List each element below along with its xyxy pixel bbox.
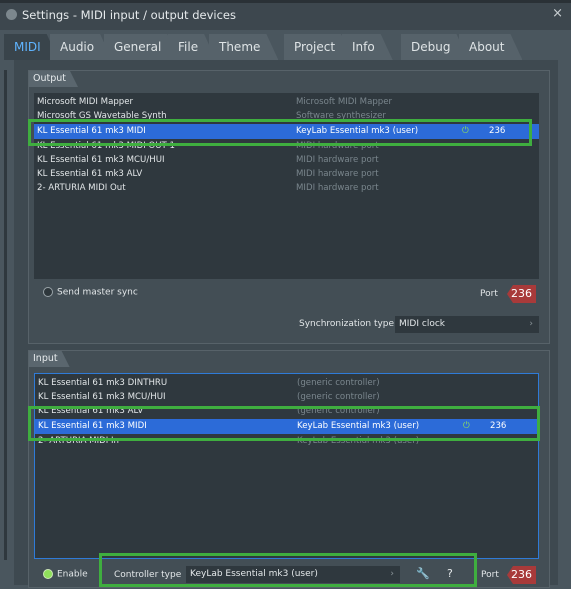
device-type: MIDI hardware port — [296, 169, 379, 179]
top-strip — [0, 0, 571, 3]
device-type: MIDI hardware port — [296, 155, 379, 165]
tab-audio[interactable]: Audio — [50, 34, 112, 60]
device-type: (generic controller) — [297, 392, 380, 402]
list-item[interactable]: 2- ARTURIA MIDI Out MIDI hardware port — [34, 181, 539, 196]
sync-type-value: MIDI clock — [399, 319, 445, 329]
input-port-stepper[interactable]: 236 — [507, 566, 536, 584]
enable-option[interactable]: Enable — [43, 569, 88, 580]
input-device-list: KL Essential 61 mk3 DINTHRU (generic con… — [34, 373, 539, 559]
list-item[interactable]: KL Essential 61 mk3 DINTHRU (generic con… — [35, 376, 538, 391]
close-icon[interactable]: × — [552, 6, 563, 21]
send-master-sync-label: Send master sync — [57, 287, 138, 298]
device-name: 2- ARTURIA MIDI Out — [37, 183, 126, 193]
settings-window: Settings - MIDI input / output devices ×… — [0, 0, 571, 589]
device-name: KL Essential 61 mk3 MCU/HUI — [38, 392, 166, 402]
tab-debug[interactable]: Debug — [401, 34, 468, 60]
device-type: Microsoft MIDI Mapper — [296, 97, 393, 107]
settings-gear-icon — [6, 9, 17, 20]
enable-radio[interactable] — [43, 569, 53, 579]
device-type: MIDI hardware port — [296, 183, 379, 193]
controller-highlight-box — [99, 553, 477, 587]
tab-theme[interactable]: Theme — [209, 34, 278, 60]
device-name: KL Essential 61 mk3 ALV — [37, 169, 143, 179]
window-title: Settings - MIDI input / output devices — [22, 8, 236, 22]
output-section-label: Output — [29, 71, 78, 87]
list-item[interactable]: KL Essential 61 mk3 MCU/HUI MIDI hardwar… — [34, 153, 539, 168]
tab-bar: MIDI Audio General File Theme Project In… — [0, 30, 571, 60]
device-name: Microsoft MIDI Mapper — [37, 97, 134, 107]
tab-info[interactable]: Info — [342, 34, 393, 60]
output-port-label: Port — [480, 289, 498, 299]
tab-about[interactable]: About — [459, 34, 522, 60]
list-item[interactable]: KL Essential 61 mk3 MCU/HUI (generic con… — [35, 390, 538, 405]
device-type: (generic controller) — [297, 378, 380, 388]
title-bar: Settings - MIDI input / output devices × — [0, 0, 571, 30]
send-master-sync-radio[interactable] — [43, 287, 53, 297]
enable-label: Enable — [57, 569, 88, 580]
list-item[interactable]: Microsoft MIDI Mapper Microsoft MIDI Map… — [34, 95, 539, 110]
left-scrollbar[interactable] — [4, 70, 7, 560]
sync-type-label: Synchronization type — [299, 319, 395, 329]
tab-file[interactable]: File — [168, 34, 216, 60]
input-section-label: Input — [29, 351, 70, 367]
device-name: KL Essential 61 mk3 DINTHRU — [38, 378, 168, 388]
send-master-sync-option[interactable]: Send master sync — [43, 287, 138, 298]
sync-type-dropdown[interactable]: MIDI clock › — [395, 316, 539, 333]
output-section: Output Microsoft MIDI Mapper Microsoft M… — [28, 70, 550, 344]
input-port-label: Port — [481, 570, 499, 580]
output-port-stepper[interactable]: 236 — [507, 285, 536, 303]
input-highlight-box — [28, 406, 540, 441]
device-name: KL Essential 61 mk3 MCU/HUI — [37, 155, 165, 165]
output-highlight-box — [28, 119, 532, 146]
list-item[interactable]: KL Essential 61 mk3 ALV MIDI hardware po… — [34, 167, 539, 182]
dropdown-arrow-icon: › — [529, 319, 533, 329]
